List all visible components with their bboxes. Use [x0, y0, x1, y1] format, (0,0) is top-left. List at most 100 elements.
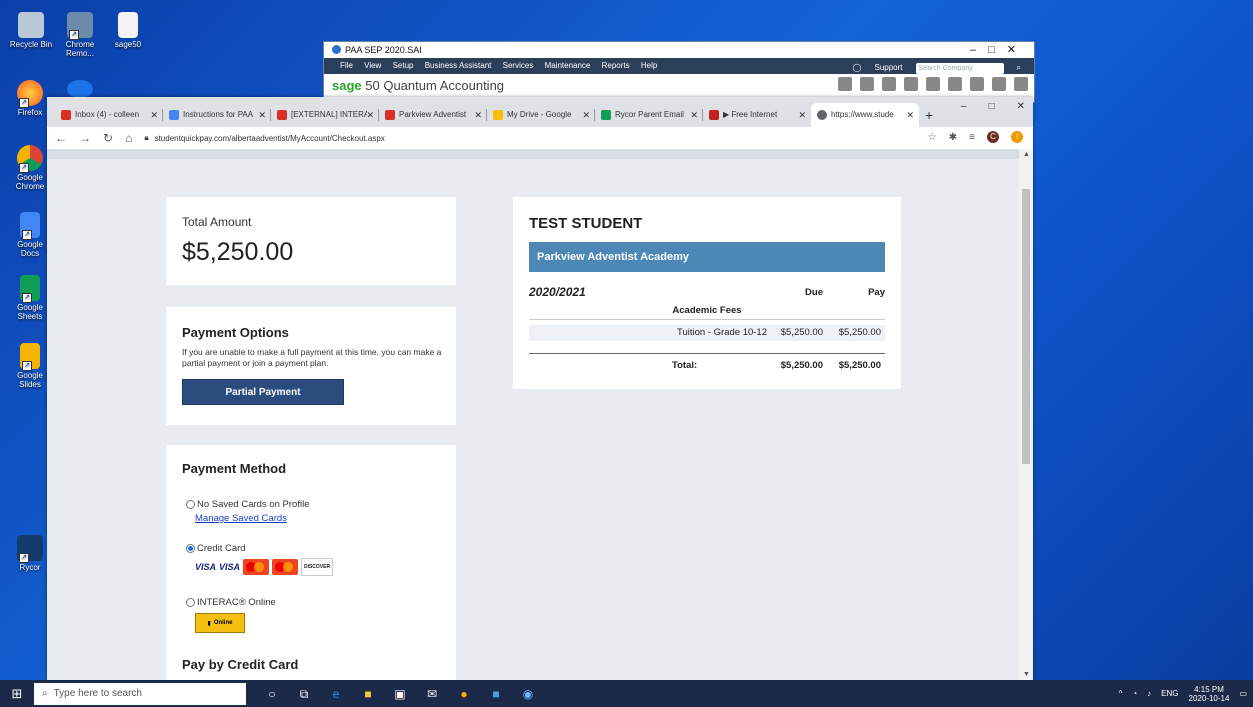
reading-list-icon[interactable]: ≡ [969, 132, 975, 143]
tab-parkview[interactable]: Parkview Adventist ✕ [379, 103, 487, 127]
sage-search-input[interactable]: Search Company [915, 62, 1004, 74]
tab-studentquickpay[interactable]: https://www.stude ✕ [811, 103, 919, 127]
back-icon[interactable]: ← [55, 131, 67, 145]
mastercard-logo [243, 559, 270, 575]
desktop-icon-recycle-bin[interactable]: Recycle Bin [9, 12, 53, 49]
total-due: $5,250.00 [780, 360, 823, 371]
network-icon[interactable]: ◔ [1132, 689, 1137, 698]
close-window-icon[interactable]: ✕ [1017, 101, 1025, 112]
forward-icon[interactable]: → [79, 131, 91, 145]
pay-by-credit-card-title: Pay by Credit Card [182, 657, 299, 672]
maximize-icon[interactable]: □ [989, 101, 995, 112]
store-icon[interactable]: ▣ [392, 686, 408, 702]
scrollbar-thumb[interactable] [1022, 189, 1030, 464]
mail-icon[interactable]: ✉ [424, 686, 440, 702]
close-icon[interactable]: ✕ [474, 103, 482, 127]
close-icon[interactable]: ✕ [258, 103, 266, 127]
toolbar-tool-icon[interactable] [970, 77, 984, 91]
star-icon[interactable]: ☆ [928, 132, 937, 143]
toolbar-tool-icon[interactable] [904, 77, 918, 91]
toolbar-tool-icon[interactable] [926, 77, 940, 91]
sage-icon[interactable]: ◉ [520, 686, 536, 702]
sage-menu-file[interactable]: File [340, 61, 353, 70]
update-warning-icon[interactable]: ! [1011, 131, 1023, 143]
close-icon[interactable]: ✕ [798, 103, 806, 127]
radio-no-saved-cards[interactable]: No Saved Cards on Profile [186, 499, 309, 510]
chrome-icon[interactable]: ● [456, 686, 472, 702]
close-icon[interactable]: ✕ [366, 103, 374, 127]
tab-instructions[interactable]: Instructions for PAA ✕ [163, 103, 271, 127]
school-year: 2020/2021 [529, 285, 586, 299]
toolbar-tool-icon[interactable] [1014, 77, 1028, 91]
reload-icon[interactable]: ↻ [103, 131, 113, 145]
desktop-icon-google-docs[interactable]: ↗ Google Docs [8, 212, 52, 258]
desktop-icon-google-chrome[interactable]: ↗ Google Chrome [8, 145, 52, 191]
desktop-icon-firefox[interactable]: ↗ Firefox [8, 80, 52, 117]
profile-avatar[interactable]: C [987, 131, 999, 143]
toolbar-tool-icon[interactable] [838, 77, 852, 91]
language-indicator[interactable]: ENG [1161, 689, 1178, 698]
scroll-up-icon[interactable]: ▲ [1023, 151, 1030, 158]
desktop-icon-google-slides[interactable]: ↗ Google Slides [8, 343, 52, 389]
page-scrollbar[interactable]: ▲ ▼ [1019, 149, 1033, 680]
home-icon[interactable]: ⌂ [125, 131, 132, 145]
rycor-icon[interactable]: ■ [488, 686, 504, 702]
notification-icon[interactable]: ▭ [1239, 689, 1247, 698]
clock[interactable]: 4:15 PM 2020-10-14 [1189, 685, 1230, 703]
sage-menu-business-assistant[interactable]: Business Assistant [425, 61, 492, 70]
desktop-icon-google-sheets[interactable]: ↗ Google Sheets [8, 275, 52, 321]
scroll-down-icon[interactable]: ▼ [1023, 671, 1030, 678]
radio-button-selected[interactable] [186, 544, 195, 553]
student-name: TEST STUDENT [529, 215, 643, 232]
volume-icon[interactable]: ♪ [1147, 689, 1151, 698]
sage-menu-reports[interactable]: Reports [602, 61, 630, 70]
edge-icon[interactable]: e [328, 686, 344, 702]
chevron-up-icon[interactable]: ^ [1119, 689, 1123, 698]
minimize-icon[interactable]: – [961, 101, 967, 112]
task-view-icon[interactable]: ⧉ [296, 686, 312, 702]
toolbar-tool-icon[interactable] [992, 77, 1006, 91]
tab-gmail-inbox[interactable]: Inbox (4) - colleen ✕ [55, 103, 163, 127]
sage-menu-view[interactable]: View [364, 61, 381, 70]
radio-interac-online[interactable]: INTERAC® Online [186, 597, 276, 608]
close-icon[interactable]: ✕ [582, 103, 590, 127]
toolbar-tool-icon[interactable] [948, 77, 962, 91]
taskbar-search-input[interactable]: ⌕ Type here to search [34, 682, 246, 705]
url-text: studentquickpay.com/albertaadventist/MyA… [154, 133, 385, 143]
toolbar-tool-icon[interactable] [860, 77, 874, 91]
radio-credit-card[interactable]: Credit Card [186, 543, 246, 554]
due-header: Due [805, 287, 823, 298]
close-icon[interactable]: ✕ [150, 103, 158, 127]
windows-start-icon[interactable]: ⊞ [0, 680, 34, 707]
new-tab-button[interactable]: + [925, 103, 933, 127]
desktop-icon-sage50[interactable]: sage50 [106, 12, 150, 49]
close-icon[interactable]: ✕ [690, 103, 698, 127]
tab-rycor[interactable]: Rycor Parent Email ✕ [595, 103, 703, 127]
radio-button[interactable] [186, 598, 195, 607]
sage-menu-help[interactable]: Help [641, 61, 657, 70]
sage-window-controls[interactable]: –□✕ [970, 42, 1028, 58]
desktop-icon-rycor[interactable]: ↗ Rycor [8, 535, 52, 572]
file-explorer-icon[interactable]: ■ [360, 686, 376, 702]
drive-icon [493, 110, 503, 120]
puzzle-icon[interactable]: ✱ [949, 132, 957, 143]
tab-my-drive[interactable]: My Drive - Google ✕ [487, 103, 595, 127]
address-bar[interactable]: 🔒︎ studentquickpay.com/albertaadventist/M… [144, 133, 384, 143]
sage-menu-setup[interactable]: Setup [393, 61, 414, 70]
cortana-icon[interactable]: ○ [264, 686, 280, 702]
tab-free-internet[interactable]: ▶ Free Internet ✕ [703, 103, 811, 127]
payment-options-card: Payment Options If you are unable to mak… [166, 307, 456, 425]
fee-due: $5,250.00 [780, 327, 823, 338]
desktop-icon-chrome-remote[interactable]: ↗ Chrome Remo... [58, 12, 102, 58]
tab-external-interac[interactable]: [EXTERNAL] INTERAC ✕ [271, 103, 379, 127]
sage-menu-services[interactable]: Services [503, 61, 534, 70]
radio-button[interactable] [186, 500, 195, 509]
partial-payment-button[interactable]: Partial Payment [182, 379, 344, 405]
manage-saved-cards-link[interactable]: Manage Saved Cards [195, 513, 287, 524]
total-amount-label: Total Amount [182, 215, 252, 229]
toolbar-tool-icon[interactable] [882, 77, 896, 91]
total-amount-card: Total Amount $5,250.00 [166, 197, 456, 285]
sage-menu-maintenance[interactable]: Maintenance [545, 61, 591, 70]
tab-strip: Inbox (4) - colleen ✕ Instructions for PA… [47, 97, 1033, 127]
close-icon[interactable]: ✕ [906, 103, 914, 127]
